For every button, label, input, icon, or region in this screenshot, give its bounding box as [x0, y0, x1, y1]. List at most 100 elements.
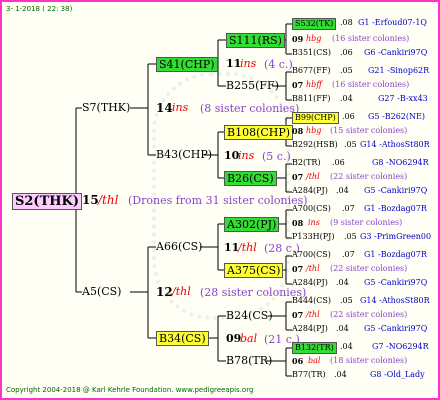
ff-queen[interactable]: S41(CHP): [156, 57, 218, 72]
fm-queen[interactable]: B43(CHP): [156, 149, 212, 160]
mf-queen[interactable]: A66(CS): [156, 241, 202, 252]
leaf-8[interactable]: A284(PJ): [292, 187, 328, 195]
leaf-9-info: G1 -Bozdag07R: [364, 204, 427, 213]
leaf-13[interactable]: B444(CS): [292, 297, 331, 305]
father-queen[interactable]: S7(THK): [82, 102, 130, 113]
leaf-3-value: .05: [340, 66, 353, 75]
fff-desc: (16 sister colonies): [332, 34, 410, 43]
leaf-4-value: .04: [340, 94, 353, 103]
leaf-12-info: G5 -Cankiri97Q: [364, 278, 428, 287]
root-ins: /thl: [98, 193, 119, 207]
leaf-8-info: G5 -Cankiri97Q: [364, 186, 428, 195]
leaf-6-info: G14 -AthosSt80R: [360, 140, 430, 149]
leaf-3-info: G21 -Sinop62R: [368, 66, 430, 75]
leaf-11-info: G1 -Bozdag07R: [364, 250, 427, 259]
pedigree-canvas: 3- 1-2018 ( 22: 38) S2(THK) 15 /thl (Dro…: [0, 0, 440, 400]
ffm-desc: (16 sister colonies): [332, 80, 410, 89]
leaf-15-value: .04: [340, 342, 353, 351]
mfm-desc: (22 sister colonies): [330, 264, 408, 273]
leaf-2-value: .06: [340, 48, 353, 57]
leaf-14[interactable]: A284(PJ): [292, 325, 328, 333]
leaf-8-value: .04: [336, 186, 349, 195]
timestamp: 3- 1-2018 ( 22: 38): [6, 5, 73, 13]
fmf-number: 08: [292, 126, 304, 136]
mf-ins: /thl: [238, 241, 257, 254]
root-desc: (Drones from 31 sister colonies): [128, 194, 308, 207]
leaf-12[interactable]: A284(PJ): [292, 279, 328, 287]
leaf-16-value: .04: [334, 370, 347, 379]
ffm-number: 07: [292, 80, 304, 90]
leaf-7-info: G8 -NO6294R: [372, 158, 429, 167]
leaf-10-value: .05: [344, 232, 357, 241]
mfm-ins: /thl: [306, 264, 320, 273]
leaf-5-info: G5 -B262(NE): [368, 112, 425, 121]
fff-queen[interactable]: S111(RS): [226, 33, 285, 48]
leaf-9[interactable]: A700(CS): [292, 205, 331, 213]
fmm-queen[interactable]: B26(CS): [224, 171, 277, 186]
leaf-3[interactable]: B677(FF): [292, 67, 331, 75]
mff-ins: ins: [308, 218, 320, 227]
mff-queen[interactable]: A302(PJ): [224, 217, 280, 232]
fmm-number: 07: [292, 172, 304, 182]
leaf-5-value: .06: [342, 112, 355, 121]
mm-queen[interactable]: B34(CS): [156, 331, 209, 346]
leaf-10-info: G3 -PrimGreen00: [360, 232, 432, 241]
mmm-number: 06: [292, 356, 304, 366]
fmf-desc: (15 sister colonies): [330, 126, 408, 135]
leaf-1-info: G1 -Erfoud07-1Q: [358, 18, 427, 27]
mother-ins: /thl: [172, 285, 191, 298]
leaf-14-info: G5 -Cankiri97Q: [364, 324, 428, 333]
mother-number: 12: [156, 285, 173, 299]
leaf-12-value: .04: [336, 278, 349, 287]
mff-number: 08: [292, 218, 304, 228]
leaf-16[interactable]: B77(TR): [292, 371, 326, 379]
leaf-2[interactable]: B351(CS): [292, 49, 331, 57]
fff-number: 09: [292, 34, 304, 44]
leaf-7-value: .06: [332, 158, 345, 167]
ff-ins: ins: [240, 57, 257, 70]
ff-desc: (4 c.): [264, 58, 293, 71]
leaf-11[interactable]: A700(CS): [292, 251, 331, 259]
mmf-ins: /thl: [306, 310, 320, 319]
leaf-7[interactable]: B2(TR): [292, 159, 321, 167]
fmf-ins: hbg: [306, 126, 322, 135]
fm-ins: ins: [238, 149, 255, 162]
father-ins: ins: [172, 101, 189, 114]
fmm-desc: (22 sister colonies): [330, 172, 408, 181]
fmf-queen[interactable]: B108(CHP): [224, 125, 294, 140]
mother-desc: (28 sister colonies): [200, 286, 307, 299]
fm-desc: (5 c.): [262, 150, 291, 163]
leaf-1[interactable]: S532(TK): [292, 18, 337, 30]
leaf-13-info: G14 -AthosSt80R: [360, 296, 430, 305]
leaf-4[interactable]: B811(FF): [292, 95, 331, 103]
leaf-6[interactable]: B292(HSB): [292, 141, 338, 149]
mmm-ins: bal: [308, 356, 321, 365]
leaf-5[interactable]: B99(CHP): [292, 112, 339, 124]
leaf-1-value: .08: [340, 18, 353, 27]
mmf-desc: (22 sister colonies): [330, 310, 408, 319]
root-number: 15: [82, 193, 99, 207]
leaf-2-info: G6 -Cankiri97Q: [364, 48, 428, 57]
fff-ins: hbg: [306, 34, 322, 43]
leaf-16-info: G8 -Old_Lady: [370, 370, 425, 379]
mother-queen[interactable]: A5(CS): [82, 286, 121, 297]
fmm-ins: /thl: [306, 172, 320, 181]
copyright-footer: Copyright 2004-2018 @ Karl Kehrle Founda…: [6, 386, 254, 394]
ffm-queen[interactable]: B255(FF): [226, 80, 279, 91]
mmf-queen[interactable]: B24(CS): [226, 310, 273, 321]
father-desc: (8 sister colonies): [200, 102, 300, 115]
mmm-queen[interactable]: B78(TR): [226, 355, 272, 366]
leaf-11-value: .07: [342, 250, 355, 259]
leaf-10[interactable]: P133H(PJ): [292, 233, 334, 241]
mfm-queen[interactable]: A375(CS): [224, 263, 284, 278]
mm-ins: bal: [240, 332, 258, 345]
leaf-6-value: .05: [344, 140, 357, 149]
mmf-number: 07: [292, 310, 304, 320]
leaf-13-value: .05: [340, 296, 353, 305]
leaf-14-value: .04: [336, 324, 349, 333]
root-queen[interactable]: S2(THK): [12, 193, 82, 210]
leaf-15[interactable]: B132(TR): [292, 342, 337, 354]
leaf-4-info: G27 -B-xx43: [378, 94, 428, 103]
father-number: 14: [156, 101, 173, 115]
leaf-9-value: .07: [342, 204, 355, 213]
